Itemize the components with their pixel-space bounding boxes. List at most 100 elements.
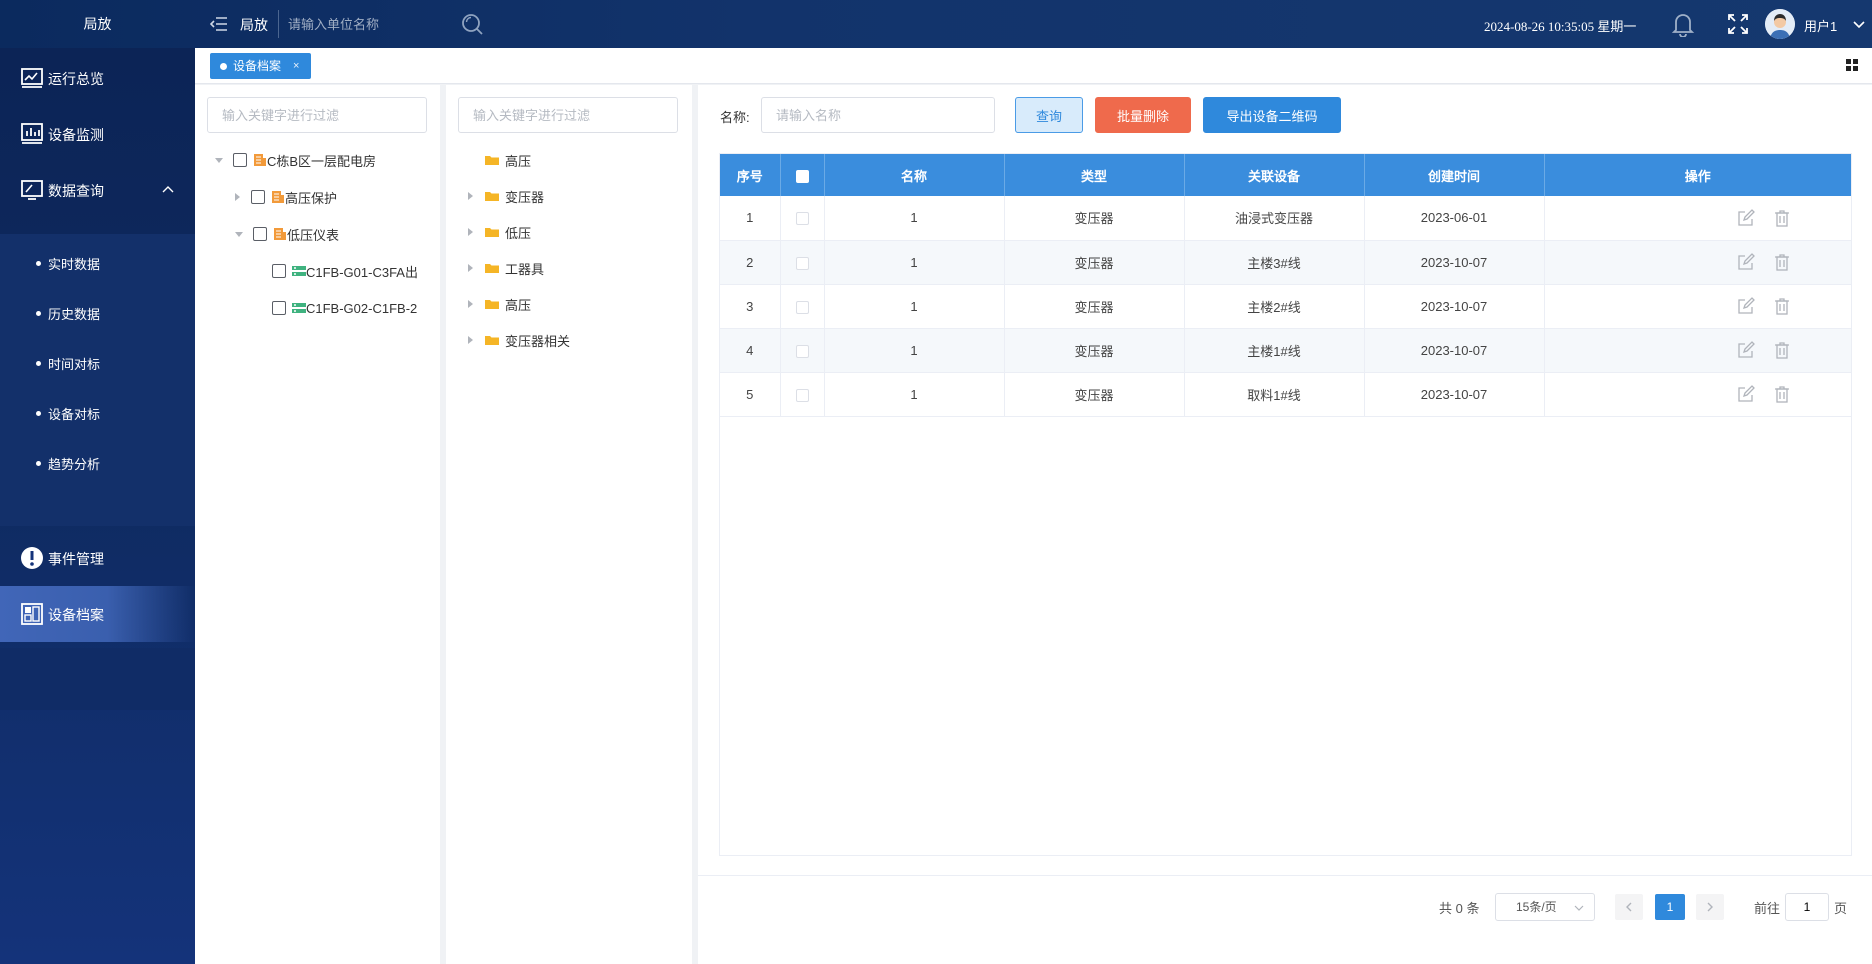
column-header-actions: 操作: [1544, 154, 1851, 196]
cell-index: 3: [720, 284, 781, 329]
caret-down-icon[interactable]: [235, 231, 243, 237]
cell-type: 变压器: [1004, 196, 1185, 241]
edit-icon[interactable]: [1737, 297, 1755, 315]
tab-bar: 设备档案 ×: [195, 48, 1872, 84]
submenu-item-history[interactable]: 历史数据: [0, 288, 195, 338]
submenu-item-device-compare[interactable]: 设备对标: [0, 388, 195, 438]
tree-node[interactable]: 高压: [468, 293, 531, 315]
search-icon[interactable]: [460, 12, 484, 36]
query-button[interactable]: 查询: [1015, 97, 1083, 133]
batch-delete-button[interactable]: 批量删除: [1095, 97, 1191, 133]
category-filter-input[interactable]: [458, 97, 678, 133]
bar-chart-icon: [21, 123, 43, 144]
tree-node[interactable]: 高压: [485, 149, 531, 171]
avatar[interactable]: [1765, 9, 1795, 39]
trash-icon[interactable]: [1773, 385, 1791, 403]
cell-name: 1: [824, 284, 1005, 329]
trash-icon[interactable]: [1773, 209, 1791, 227]
submenu-item-time-compare[interactable]: 时间对标: [0, 338, 195, 388]
edit-icon[interactable]: [1737, 341, 1755, 359]
tree-node[interactable]: C栋B区一层配电房: [215, 149, 376, 171]
table-row: 3 1 变压器 主楼2#线 2023-10-07: [720, 284, 1851, 329]
tree-node[interactable]: 低压: [468, 221, 531, 243]
cell-type: 变压器: [1004, 240, 1185, 285]
goto-suffix: 页: [1834, 901, 1848, 916]
building-icon: [274, 228, 286, 240]
close-icon[interactable]: ×: [293, 53, 299, 79]
row-checkbox[interactable]: [795, 344, 809, 358]
submenu-item-trend[interactable]: 趋势分析: [0, 438, 195, 488]
cell-created: 2023-10-07: [1364, 284, 1545, 329]
location-filter-input[interactable]: [207, 97, 427, 133]
submenu-item-realtime[interactable]: 实时数据: [0, 238, 195, 288]
tree-node[interactable]: 变压器: [468, 185, 544, 207]
export-qr-button[interactable]: 导出设备二维码: [1203, 97, 1341, 133]
caret-right-icon[interactable]: [468, 336, 473, 344]
building-icon: [272, 191, 284, 203]
next-page-button[interactable]: [1696, 894, 1724, 920]
tree-node[interactable]: C1FB-G02-C1FB-2: [272, 297, 422, 319]
tree-checkbox[interactable]: [272, 264, 286, 278]
row-checkbox[interactable]: [795, 300, 809, 314]
nav-item-label: 事件管理: [48, 551, 104, 567]
goto-page-input[interactable]: [1785, 893, 1829, 921]
menu-fold-icon[interactable]: [210, 14, 228, 34]
fullscreen-icon[interactable]: [1726, 12, 1750, 36]
tree-checkbox[interactable]: [233, 153, 247, 167]
tree-checkbox[interactable]: [272, 301, 286, 315]
caret-right-icon[interactable]: [468, 228, 473, 236]
nav-item-label: 设备监测: [48, 127, 104, 143]
tree-node-label: 高压保护: [285, 190, 338, 206]
caret-down-icon[interactable]: [215, 157, 223, 163]
caret-right-icon[interactable]: [468, 192, 473, 200]
tree-node-label: 低压: [505, 225, 532, 241]
name-filter-input[interactable]: [761, 97, 995, 133]
cell-actions: [1544, 284, 1851, 329]
cell-select: [780, 240, 825, 285]
trash-icon[interactable]: [1773, 341, 1791, 359]
page-size-value: 15条/页: [1516, 900, 1557, 914]
nav-item-device-archive[interactable]: 设备档案: [0, 586, 195, 642]
prev-page-button[interactable]: [1615, 894, 1643, 920]
caret-right-icon[interactable]: [468, 264, 473, 272]
select-all-checkbox[interactable]: [795, 169, 809, 183]
nav-item-overview[interactable]: 运行总览: [0, 50, 195, 106]
tree-node[interactable]: 变压器相关: [468, 329, 570, 351]
caret-right-icon[interactable]: [235, 193, 240, 201]
cell-type: 变压器: [1004, 372, 1185, 417]
tree-node[interactable]: 工器具: [468, 257, 544, 279]
cell-device: 油浸式变压器: [1184, 196, 1365, 241]
tree-node[interactable]: 低压仪表: [235, 223, 339, 245]
trash-icon[interactable]: [1773, 297, 1791, 315]
tree-checkbox[interactable]: [251, 190, 265, 204]
tree-node[interactable]: C1FB-G01-C3FA出: [272, 260, 422, 282]
table-row: 1 1 变压器 油浸式变压器 2023-06-01: [720, 196, 1851, 241]
submenu-data-query: 实时数据 历史数据 时间对标 设备对标 趋势分析: [0, 234, 195, 526]
caret-right-icon[interactable]: [468, 300, 473, 308]
row-checkbox[interactable]: [795, 212, 809, 226]
tree-checkbox[interactable]: [253, 227, 267, 241]
chevron-right-icon: [1707, 902, 1713, 912]
nav-item-events[interactable]: 事件管理: [0, 530, 195, 586]
nav-item-label: 数据查询: [48, 183, 104, 199]
edit-icon[interactable]: [1737, 253, 1755, 271]
nav-item-data-query[interactable]: 数据查询: [0, 162, 195, 218]
edit-icon[interactable]: [1737, 385, 1755, 403]
edit-icon[interactable]: [1737, 208, 1755, 227]
trash-icon[interactable]: [1773, 253, 1791, 271]
archive-icon: [21, 603, 43, 625]
nav-item-monitoring[interactable]: 设备监测: [0, 106, 195, 162]
page-size-select[interactable]: 15条/页: [1495, 893, 1595, 921]
grid-menu-icon[interactable]: [1846, 59, 1858, 71]
page-number-button[interactable]: 1: [1655, 894, 1685, 920]
row-checkbox[interactable]: [795, 388, 809, 402]
tree-node[interactable]: 高压保护: [235, 186, 337, 208]
bell-icon[interactable]: [1671, 11, 1695, 37]
folder-icon: [485, 336, 499, 345]
username[interactable]: 用户1: [1804, 16, 1837, 35]
chevron-down-icon[interactable]: [1853, 18, 1865, 30]
row-checkbox[interactable]: [795, 256, 809, 270]
tab-device-archive[interactable]: 设备档案 ×: [210, 53, 312, 79]
unit-search-input[interactable]: [288, 12, 458, 36]
device-icon: [292, 266, 306, 276]
